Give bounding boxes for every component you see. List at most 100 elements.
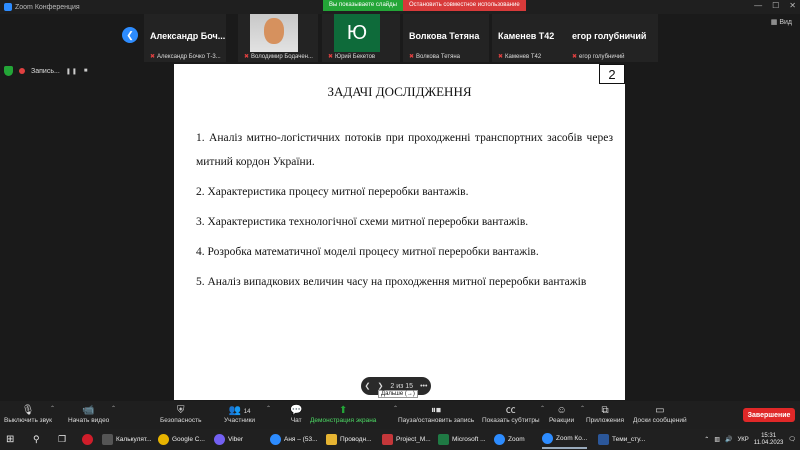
opera-taskbar-icon[interactable] (82, 430, 93, 449)
taskbar-item[interactable]: Калькулят... (102, 430, 152, 449)
chevron-up-icon[interactable]: ⌃ (111, 405, 116, 412)
stop-recording-icon[interactable]: ■ (84, 68, 89, 74)
participant-display-name: Александр Боч... (150, 31, 226, 41)
reactions-button[interactable]: ☺ Реакции (549, 404, 574, 424)
excel-icon (438, 434, 449, 445)
whiteboards-button[interactable]: ▭ Доски сообщений (633, 404, 687, 424)
participant-tile[interactable]: егор голубничий ✖ егор голубничий (566, 14, 658, 62)
participant-name-label: Юрий Бекетов (335, 53, 376, 60)
taskbar-item[interactable]: Zoom (494, 430, 525, 449)
task-view-icon: ❐ (58, 434, 67, 444)
taskbar-item[interactable]: Проводн... (326, 430, 372, 449)
start-button[interactable]: ⊞ (6, 430, 14, 449)
chevron-up-icon[interactable]: ⌃ (540, 405, 545, 412)
chevron-up-icon[interactable]: ⌃ (580, 405, 585, 412)
chat-button[interactable]: 💬 Чат (290, 404, 302, 424)
pdf-icon (382, 434, 393, 445)
slide-list-item: 5. Аналіз випадкових величин часу на про… (196, 276, 587, 288)
zoom-icon (494, 434, 505, 445)
next-slide-button[interactable]: ❯ (377, 382, 383, 390)
share-screen-button[interactable]: ⬆ Демонстрация экрана (310, 404, 376, 424)
recording-label: Запись... (31, 67, 60, 75)
task-view-button[interactable]: ❐ (58, 430, 66, 449)
participant-name-label: егор голубничий (579, 53, 625, 60)
search-button[interactable]: ⚲ (33, 430, 40, 449)
mute-button[interactable]: 🎙 Выключить звук (4, 404, 52, 424)
calculator-icon (102, 434, 113, 445)
word-icon (598, 434, 609, 445)
folder-icon (326, 434, 337, 445)
participant-tile[interactable]: Волкова Тетяна ✖ Волкова Тетяна (403, 14, 489, 62)
pause-recording-button[interactable]: ⏸⏹ Пауза/остановить запись (398, 404, 474, 424)
apps-button[interactable]: ⧉ Приложения (586, 404, 624, 424)
notifications-icon[interactable]: 🗨 (788, 436, 796, 443)
clock[interactable]: 15:31 11.04.2023 (754, 433, 784, 447)
taskbar-item[interactable]: Теми_сту... (598, 430, 645, 449)
maximize-icon[interactable]: ☐ (772, 1, 779, 10)
taskbar-item-active[interactable]: Zoom Ко... (542, 430, 588, 449)
shield-icon[interactable] (4, 66, 13, 76)
chevron-up-icon[interactable]: ⌃ (50, 405, 55, 412)
windows-icon: ⊞ (6, 434, 15, 445)
participant-name-label: Александр Бочко Т-3... (157, 53, 221, 60)
chevron-up-icon[interactable]: ⌃ (704, 436, 709, 443)
gallery-prev-button[interactable]: ❮ (122, 27, 138, 43)
chevron-left-icon: ❮ (126, 29, 134, 40)
participant-tile[interactable]: Каменев Т42 ✖ Каменев Т42 (492, 14, 570, 62)
window-title: Zoom Конференция (15, 3, 80, 11)
prev-slide-button[interactable]: ❮ (365, 382, 371, 390)
chevron-up-icon[interactable]: ⌃ (266, 405, 271, 412)
grid-icon: ▦ (770, 19, 778, 26)
security-button[interactable]: ⛨ Безопасность (160, 404, 201, 424)
search-icon: ⚲ (33, 434, 40, 444)
taskbar-item[interactable]: Google C... (158, 430, 205, 449)
participant-tile[interactable]: Александр Боч... ✖ Александр Бочко Т-3... (144, 14, 226, 62)
mic-muted-icon: ✖ (150, 54, 156, 60)
pause-stop-icon: ⏸⏹ (431, 405, 442, 416)
taskbar-item[interactable]: Project_M... (382, 430, 431, 449)
participant-video-feed (250, 14, 298, 52)
opera-icon (82, 434, 93, 445)
slide-list-item: 4. Розробка математичної моделі процесу … (196, 246, 539, 258)
view-button[interactable]: ▦ Вид (770, 18, 792, 27)
participant-display-name: Волкова Тетяна (409, 31, 480, 41)
next-slide-tooltip: Дальше (→) (378, 390, 418, 398)
minimize-icon[interactable]: — (754, 1, 762, 10)
taskbar-item[interactable]: Аня – (53... (270, 430, 317, 449)
language-indicator[interactable]: УКР (737, 437, 748, 443)
slide-number: 2 (599, 64, 625, 84)
close-icon[interactable]: ✕ (789, 1, 796, 10)
stop-share-button[interactable]: Остановить совместное использование (402, 0, 526, 11)
taskbar-item[interactable]: Viber (214, 430, 243, 449)
more-options-icon[interactable]: ••• (420, 383, 427, 390)
speaker-icon[interactable]: 🔊 (725, 436, 732, 443)
zoom-logo-icon (4, 3, 12, 11)
whiteboard-icon: ▭ (655, 405, 665, 416)
start-video-button[interactable]: 📹 Начать видео (68, 404, 109, 424)
window-controls: — ☐ ✕ (754, 1, 796, 10)
slide-list-item: 3. Характеристика технологічної схеми ми… (196, 216, 529, 228)
clock-date: 11.04.2023 (753, 439, 784, 446)
pause-recording-icon[interactable]: ❚❚ (66, 68, 78, 75)
participants-button[interactable]: 👥 14 Участники (224, 404, 255, 424)
slide-list-item: 1. Аналіз митно-логістичних потоків при … (196, 132, 613, 168)
chat-icon: 💬 (290, 405, 303, 416)
participant-display-name: Каменев Т42 (498, 31, 555, 41)
video-gallery-strip (0, 14, 800, 64)
slide-title: ЗАДАЧІ ДОСЛІДЖЕННЯ (327, 84, 472, 99)
network-icon[interactable]: ▥ (714, 436, 720, 443)
participants-icon: 👥 (228, 405, 242, 416)
mic-muted-icon: ✖ (244, 54, 250, 60)
mic-muted-icon: ✖ (328, 54, 334, 60)
chrome-icon (158, 434, 169, 445)
taskbar-item[interactable]: Microsoft ... (438, 430, 486, 449)
end-meeting-button[interactable]: Завершение (743, 408, 795, 422)
share-status-label: Вы показываете слайды (323, 0, 403, 11)
show-subtitles-button[interactable]: ㏄ Показать субтитры (482, 404, 540, 424)
microphone-icon: 🎙 (21, 405, 35, 416)
viber-icon (214, 434, 225, 445)
mic-muted-icon: ✖ (572, 54, 578, 60)
participant-face-image (264, 18, 284, 44)
shield-icon: ⛨ (176, 405, 185, 416)
share-screen-icon: ⬆ (339, 405, 348, 416)
